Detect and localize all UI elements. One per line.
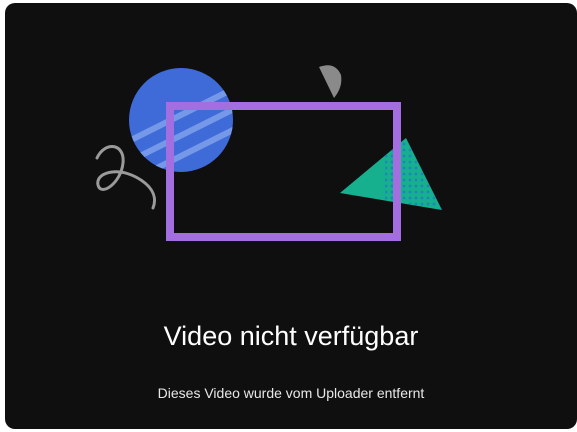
half-circle-icon [319,65,342,98]
video-unavailable-message: Dieses Video wurde vom Uploader entfernt [157,385,425,401]
blue-circle-icon [129,68,233,172]
video-unavailable-title: Video nicht verfügbar [163,321,419,351]
green-triangle-icon [340,138,442,210]
video-unavailable-illustration [95,65,442,241]
video-player: Video nicht verfügbar Dieses Video wurde… [5,3,577,429]
